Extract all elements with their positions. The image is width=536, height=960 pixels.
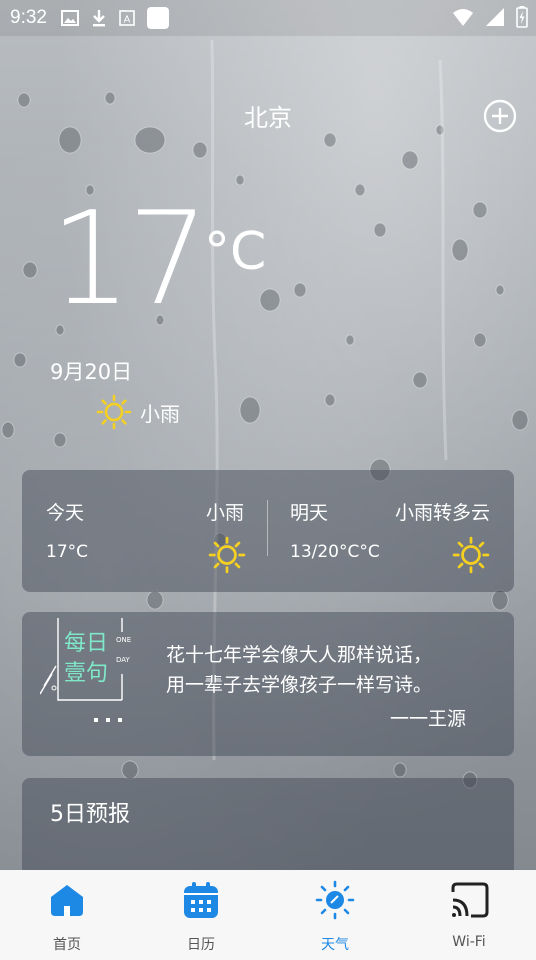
daily-quote-badge: 每日 壹句 ONE DAY bbox=[40, 614, 152, 732]
today-sun-icon bbox=[208, 536, 246, 574]
tomorrow-label: 明天 bbox=[290, 502, 329, 524]
bottom-navigation: 首页 日历 天气 Wi-Fi bbox=[0, 870, 536, 960]
today-condition: 小雨 bbox=[205, 502, 244, 524]
today-temp: 17°C bbox=[46, 542, 89, 562]
badge-en-line1: ONE bbox=[116, 636, 132, 644]
tomorrow-sun-icon bbox=[452, 536, 490, 574]
download-icon bbox=[92, 10, 105, 27]
status-time: 9:32 bbox=[10, 7, 47, 28]
forecast-title: 5日预报 bbox=[50, 802, 130, 827]
nav-home[interactable]: 首页 bbox=[0, 870, 134, 960]
home-icon bbox=[51, 885, 83, 916]
nav-wifi-label: Wi-Fi bbox=[452, 934, 486, 950]
badge-line2: 壹句 bbox=[64, 661, 109, 686]
add-circle-icon[interactable] bbox=[482, 98, 518, 134]
nav-calendar[interactable]: 日历 bbox=[134, 870, 268, 960]
calendar-icon bbox=[184, 882, 218, 918]
weather-icon bbox=[315, 880, 355, 920]
battery-icon bbox=[516, 6, 528, 28]
nav-weather[interactable]: 天气 bbox=[268, 870, 402, 960]
svg-text:A: A bbox=[124, 15, 131, 26]
tomorrow-temp: 13/20°C°C bbox=[290, 542, 380, 562]
nav-weather-label: 天气 bbox=[321, 937, 349, 953]
status-bar: 9:32 A bbox=[0, 0, 536, 36]
current-temperature: 17 bbox=[50, 185, 209, 334]
daily-quote-card[interactable]: 每日 壹句 ONE DAY 花十七年学会像大人那样说话， 用一辈子去学像孩子一样… bbox=[22, 612, 514, 756]
condition-text: 小雨 bbox=[140, 401, 180, 426]
quote-line1: 花十七年学会像大人那样说话， bbox=[166, 644, 433, 666]
badge-en-line2: DAY bbox=[116, 656, 130, 664]
badge-line1: 每日 bbox=[64, 631, 109, 656]
five-day-forecast-card[interactable]: 5日预报 bbox=[22, 778, 514, 870]
tomorrow-condition: 小雨转多云 bbox=[394, 502, 490, 524]
quote-line2: 用一辈子去学像孩子一样写诗。 bbox=[166, 674, 433, 696]
temperature-unit: °C bbox=[204, 222, 267, 282]
signal-icon bbox=[486, 8, 504, 26]
nav-calendar-label: 日历 bbox=[187, 937, 215, 953]
current-date: 9月20日 bbox=[50, 360, 133, 384]
sun-icon bbox=[96, 394, 132, 430]
wifi-icon bbox=[453, 9, 473, 26]
current-condition: 小雨 bbox=[96, 394, 180, 430]
today-column: 今天 小雨 17°C bbox=[22, 470, 268, 592]
quote-author: 一一王源 bbox=[389, 708, 466, 730]
nav-home-label: 首页 bbox=[53, 937, 81, 953]
square-icon bbox=[146, 7, 169, 29]
cast-icon bbox=[451, 882, 489, 918]
nav-wifi[interactable]: Wi-Fi bbox=[402, 870, 536, 960]
tomorrow-column: 明天 小雨转多云 13/20°C°C bbox=[268, 470, 514, 592]
text-icon: A bbox=[119, 10, 135, 26]
gallery-icon bbox=[60, 10, 79, 26]
city-title[interactable]: 北京 bbox=[0, 98, 536, 133]
quote-text: 花十七年学会像大人那样说话， 用一辈子去学像孩子一样写诗。 bbox=[166, 640, 432, 700]
today-tomorrow-card: 今天 小雨 17°C 明天 小雨转多云 13/20°C°C bbox=[22, 470, 514, 592]
today-label: 今天 bbox=[46, 502, 85, 524]
